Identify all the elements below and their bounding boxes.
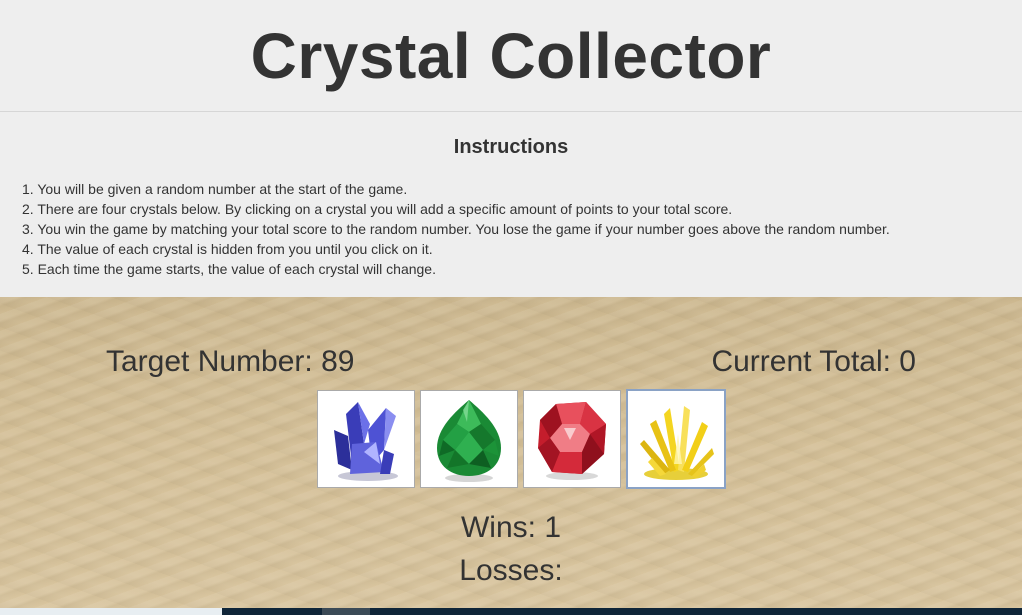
- page-title: Crystal Collector: [250, 19, 772, 92]
- crystal-button-red[interactable]: [523, 390, 621, 488]
- page-header: Crystal Collector: [0, 0, 1022, 112]
- instruction-item: 1. You will be given a random number at …: [22, 181, 408, 197]
- bottom-bar: [0, 608, 1022, 615]
- instructions-list: 1. You will be given a random number at …: [22, 179, 890, 279]
- crystal-row: [317, 389, 726, 489]
- wins-counter: Wins: 1: [460, 511, 562, 544]
- red-crystal-icon: [538, 402, 606, 480]
- instruction-item: 2. There are four crystals below. By cli…: [22, 201, 733, 217]
- bottom-bar-segment: [0, 608, 222, 615]
- instructions-heading: Instructions: [453, 136, 569, 158]
- target-number: Target Number: 89: [106, 345, 355, 378]
- losses-counter: Losses:: [459, 554, 563, 587]
- blue-crystal-icon: [334, 402, 398, 481]
- green-crystal-icon: [437, 400, 501, 482]
- bottom-bar-segment: [322, 608, 370, 615]
- instructions-panel: Instructions 1. You will be given a rand…: [0, 112, 1022, 297]
- instruction-item: 4. The value of each crystal is hidden f…: [22, 241, 433, 257]
- instruction-item: 3. You win the game by matching your tot…: [22, 221, 890, 237]
- current-total: Current Total: 0: [711, 345, 916, 378]
- crystal-button-blue[interactable]: [317, 390, 415, 488]
- yellow-crystal-icon: [640, 406, 714, 480]
- crystal-button-green[interactable]: [420, 390, 518, 488]
- crystal-button-yellow[interactable]: [626, 389, 726, 489]
- game-area: Target Number: 89 Current Total: 0 Wins:…: [0, 297, 1022, 608]
- instruction-item: 5. Each time the game starts, the value …: [22, 261, 436, 277]
